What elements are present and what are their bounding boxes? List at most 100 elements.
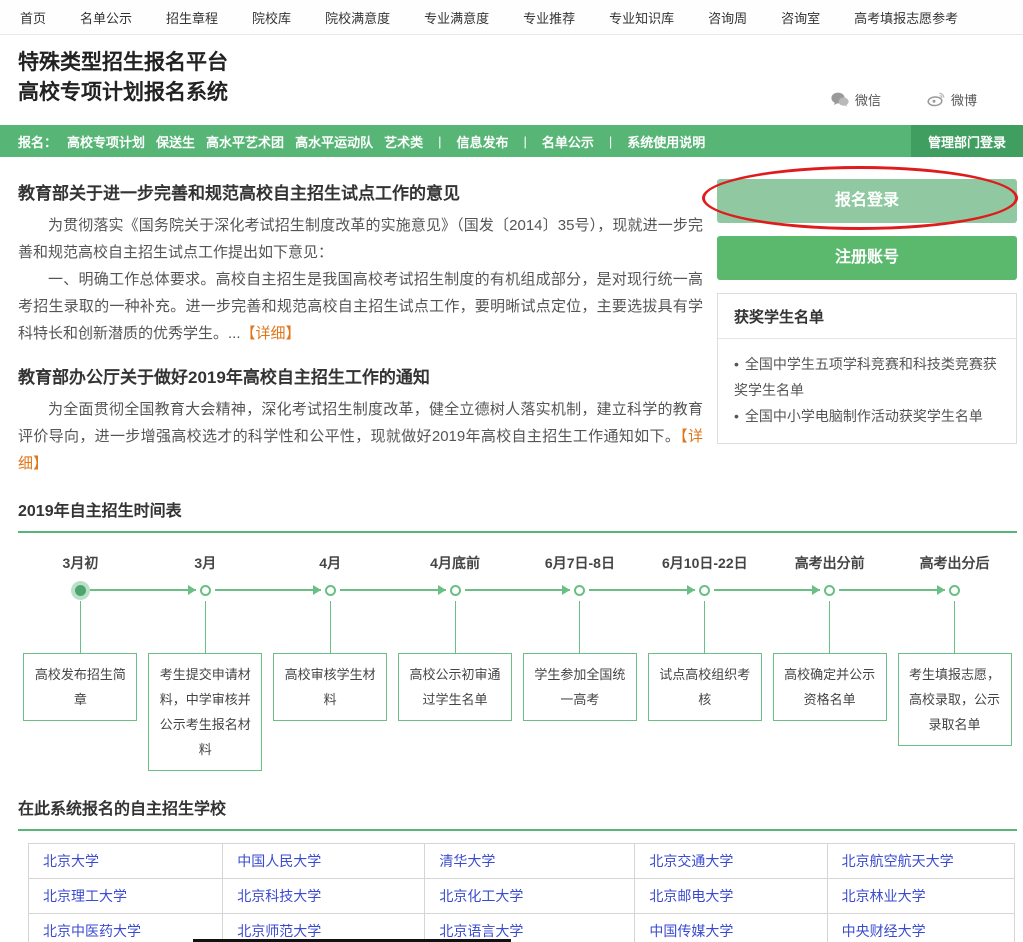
top-nav-link[interactable]: 首页 [20, 8, 46, 27]
main-nav-link-manual[interactable]: 系统使用说明 [627, 132, 705, 151]
school-link[interactable]: 北京林业大学 [842, 888, 926, 904]
main-nav-link-publicity[interactable]: 名单公示 [542, 132, 594, 151]
social-links: 微信 微博 [831, 90, 977, 125]
timeline-stage: 高考出分后 考生填报志愿，高校录取，公示录取名单 [892, 553, 1017, 771]
admin-login-button[interactable]: 管理部门登录 [911, 125, 1023, 157]
top-nav-link[interactable]: 咨询周 [708, 8, 747, 27]
timeline-node-icon [824, 585, 835, 596]
school-link[interactable]: 中央财经大学 [842, 923, 926, 939]
timeline-stage-box: 试点高校组织考核 [648, 653, 762, 721]
schools-table-body: 北京大学 中国人民大学 清华大学 北京交通大学 北京航空航天大学北京理工大学 北京科技大学… [29, 844, 1015, 942]
school-link[interactable]: 中国人民大学 [237, 853, 321, 869]
timeline-title: 2019年自主招生时间表 [18, 497, 1017, 533]
school-link[interactable]: 北京理工大学 [43, 888, 127, 904]
main-nav-link-info[interactable]: 信息发布 [456, 132, 508, 151]
separator: | [609, 134, 612, 149]
school-link[interactable]: 北京科技大学 [237, 888, 321, 904]
timeline-vertical-line [205, 601, 206, 653]
timeline-stage-box: 高校审核学生材料 [273, 653, 387, 721]
timeline-connector [589, 589, 642, 591]
bullet-icon: • [734, 356, 739, 372]
top-nav-link[interactable]: 院校满意度 [325, 8, 390, 27]
table-cell: 北京理工大学 [29, 879, 223, 914]
top-nav-link[interactable]: 高考填报志愿参考 [854, 8, 958, 27]
timeline-node-icon [325, 585, 336, 596]
timeline-stage-label: 高考出分后 [920, 553, 990, 575]
page-content: 教育部关于进一步完善和规范高校自主招生试点工作的意见 为贯彻落实《国务院关于深化… [0, 179, 1023, 942]
timeline-arrow-connector [767, 589, 820, 591]
timeline-vertical-line [330, 601, 331, 653]
timeline-vertical-line [829, 601, 830, 653]
register-account-button[interactable]: 注册账号 [717, 236, 1017, 280]
school-link[interactable]: 北京师范大学 [237, 923, 321, 939]
main-nav-category-link[interactable]: 高校专项计划 [67, 132, 145, 151]
top-nav-link[interactable]: 专业满意度 [424, 8, 489, 27]
main-nav-category-link[interactable]: 高水平艺术团 [206, 132, 284, 151]
award-list-item[interactable]: •全国中学生五项学科竞赛和科技类竞赛获奖学生名单 [734, 351, 1000, 403]
timeline-node-icon [949, 585, 960, 596]
timeline-vertical-line [80, 601, 81, 653]
timeline-connector [215, 589, 268, 591]
news-paragraph: 为贯彻落实《国务院关于深化考试招生制度改革的实施意见》（国发〔2014〕35号）… [18, 212, 703, 266]
table-cell: 北京邮电大学 [635, 879, 827, 914]
timeline-stage: 6月10日-22日 试点高校组织考核 [642, 553, 767, 771]
timeline-connector [839, 589, 892, 591]
top-nav-link[interactable]: 院校库 [252, 8, 291, 27]
timeline-vertical-line [579, 601, 580, 653]
table-cell: 北京交通大学 [635, 844, 827, 879]
timeline-node-icon [200, 585, 211, 596]
timeline-stage-label: 3月 [194, 553, 216, 575]
main-nav-category-link[interactable]: 高水平运动队 [295, 132, 373, 151]
school-link[interactable]: 北京大学 [43, 853, 99, 869]
school-link[interactable]: 北京化工大学 [439, 888, 523, 904]
awards-list: •全国中学生五项学科竞赛和科技类竞赛获奖学生名单 •全国中小学电脑制作活动获奖学… [718, 339, 1016, 443]
timeline-stage-box: 学生参加全国统一高考 [523, 653, 637, 721]
top-nav-link[interactable]: 名单公示 [80, 8, 132, 27]
news-title[interactable]: 教育部办公厅关于做好2019年高校自主招生工作的通知 [18, 363, 703, 388]
table-cell: 北京中医药大学 [29, 914, 223, 942]
top-nav-link[interactable]: 专业推荐 [523, 8, 575, 27]
main-nav-category-link[interactable]: 艺术类 [384, 132, 423, 151]
award-list-item-text: 全国中学生五项学科竞赛和科技类竞赛获奖学生名单 [734, 356, 997, 398]
timeline-arrow-connector [393, 589, 446, 591]
table-cell: 北京航空航天大学 [827, 844, 1014, 879]
schools-table: 北京大学 中国人民大学 清华大学 北京交通大学 北京航空航天大学北京理工大学 北京科技大学… [28, 843, 1015, 942]
timeline-stage-box: 高校确定并公示资格名单 [773, 653, 887, 721]
main-nav-categories: 高校专项计划保送生高水平艺术团高水平运动队艺术类 [67, 132, 423, 151]
top-nav: 首页 名单公示 招生章程 院校库 院校满意度 专业满意度 专业推荐 专业知识库 咨询周 咨询室 高考… [0, 0, 1023, 35]
table-row: 北京中医药大学 北京师范大学 北京语言大学 中国传媒大学 中央财经大学 [29, 914, 1015, 942]
more-link[interactable]: 【详细】 [241, 325, 301, 342]
school-link[interactable]: 中国传媒大学 [649, 923, 733, 939]
timeline-arrow-connector [143, 589, 196, 591]
wechat-link[interactable]: 微信 [831, 90, 881, 109]
signup-login-button[interactable]: 报名登录 [717, 179, 1017, 223]
school-link[interactable]: 北京航空航天大学 [842, 853, 954, 869]
school-link[interactable]: 清华大学 [439, 853, 495, 869]
timeline-vertical-line [704, 601, 705, 653]
timeline-stage-label: 4月底前 [430, 553, 480, 575]
table-row: 北京大学 中国人民大学 清华大学 北京交通大学 北京航空航天大学 [29, 844, 1015, 879]
timeline-vertical-line [954, 601, 955, 653]
timeline-stage: 4月底前 高校公示初审通过学生名单 [393, 553, 518, 771]
separator: | [524, 134, 527, 149]
award-list-item[interactable]: •全国中小学电脑制作活动获奖学生名单 [734, 403, 1000, 429]
top-nav-link[interactable]: 专业知识库 [609, 8, 674, 27]
timeline-connector [465, 589, 518, 591]
timeline-vertical-line [455, 601, 456, 653]
table-row: 北京理工大学 北京科技大学 北京化工大学 北京邮电大学 北京林业大学 [29, 879, 1015, 914]
timeline-node-icon [699, 585, 710, 596]
main-nav-category-link[interactable]: 保送生 [156, 132, 195, 151]
timeline-stage-label: 6月10日-22日 [662, 553, 748, 575]
top-nav-link[interactable]: 咨询室 [781, 8, 820, 27]
school-link[interactable]: 北京语言大学 [439, 923, 523, 939]
top-nav-link[interactable]: 招生章程 [166, 8, 218, 27]
school-link[interactable]: 北京交通大学 [649, 853, 733, 869]
school-link[interactable]: 北京中医药大学 [43, 923, 141, 939]
table-cell: 北京化工大学 [425, 879, 635, 914]
timeline-node-row [143, 579, 268, 601]
news-title[interactable]: 教育部关于进一步完善和规范高校自主招生试点工作的意见 [18, 179, 703, 204]
weibo-link[interactable]: 微博 [927, 90, 977, 109]
timeline-stage-label: 6月7日-8日 [545, 553, 615, 575]
school-link[interactable]: 北京邮电大学 [649, 888, 733, 904]
table-cell: 中国人民大学 [223, 844, 425, 879]
